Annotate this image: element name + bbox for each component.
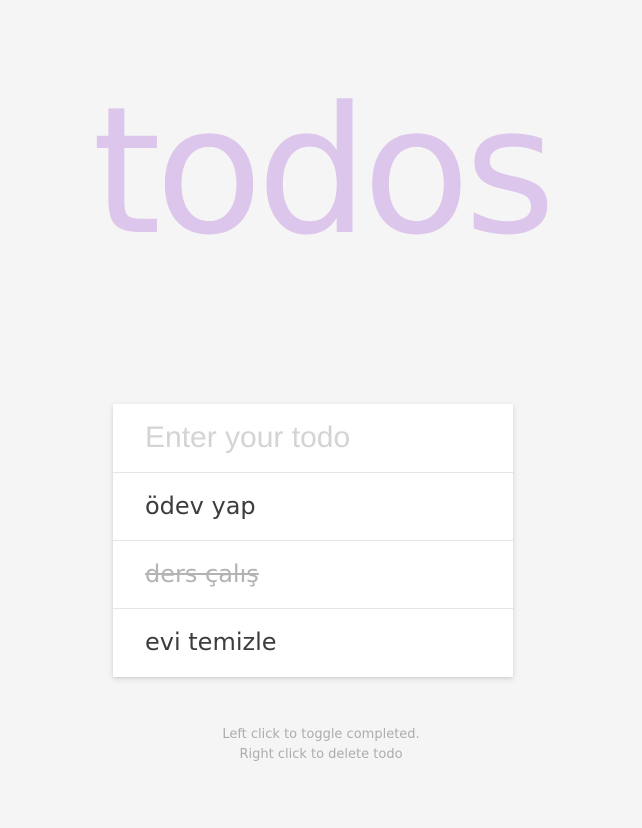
app-title: todos: [92, 69, 556, 274]
todo-list: ödev yap ders çalış evi temizle: [113, 473, 513, 677]
todo-card: ödev yap ders çalış evi temizle: [113, 404, 513, 677]
footer-hint-toggle: Left click to toggle completed.: [222, 727, 420, 742]
todo-item[interactable]: evi temizle: [113, 609, 513, 677]
todo-item[interactable]: ders çalış: [113, 541, 513, 609]
todo-item[interactable]: ödev yap: [113, 473, 513, 541]
footer-hint-delete: Right click to delete todo: [239, 747, 403, 762]
todo-input[interactable]: [113, 404, 513, 473]
footer-hint: Left click to toggle completed. Right cl…: [0, 725, 642, 765]
